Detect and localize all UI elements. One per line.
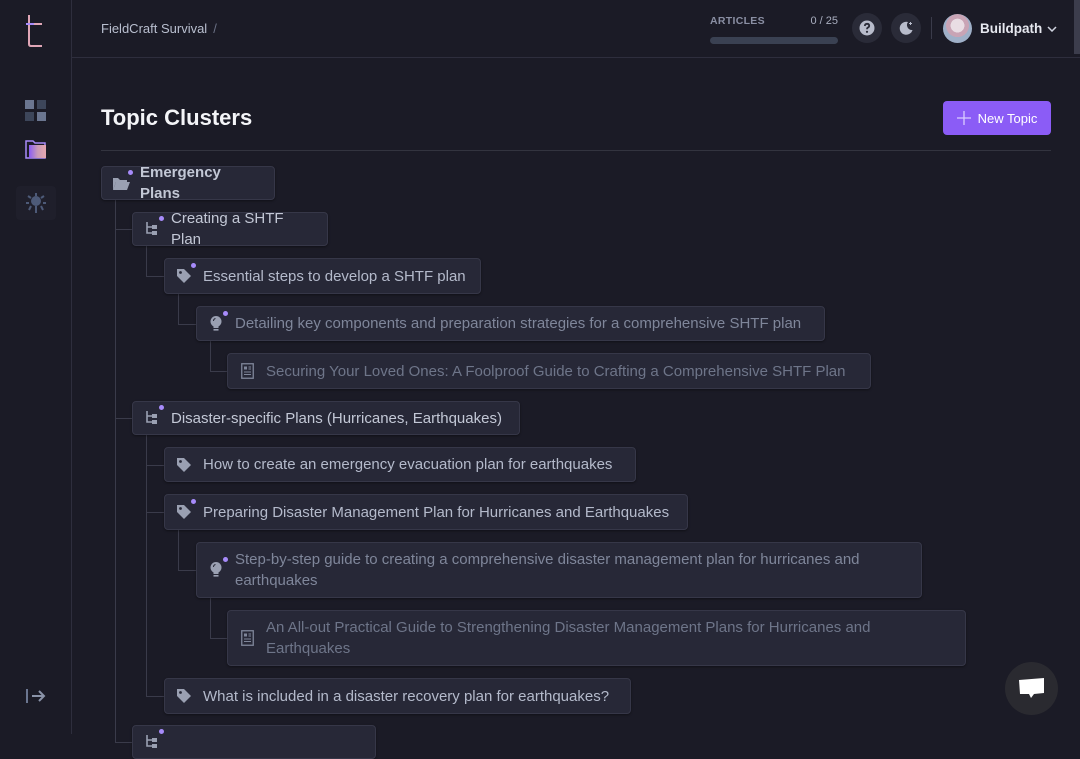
title-divider — [101, 150, 1051, 151]
tree-node-label: Essential steps to develop a SHTF plan — [203, 266, 478, 287]
tree-connector — [146, 276, 164, 277]
tree-node-label: An All-out Practical Guide to Strengthen… — [266, 617, 965, 659]
breadcrumb-item[interactable]: FieldCraft Survival — [101, 21, 207, 36]
theme-toggle-button[interactable] — [891, 13, 921, 43]
sidebar-item-topic-clusters[interactable] — [22, 135, 50, 163]
tree-node-label: Securing Your Loved Ones: A Foolproof Gu… — [266, 361, 858, 382]
question-icon — [859, 20, 875, 36]
tree-node-label: Creating a SHTF Plan — [171, 208, 327, 250]
status-dot — [223, 311, 228, 316]
folder-open-icon — [112, 174, 130, 192]
sidebar-item-dashboard[interactable] — [22, 97, 50, 125]
avatar — [943, 14, 972, 43]
tree-node-article[interactable]: An All-out Practical Guide to Strengthen… — [227, 610, 966, 666]
tree-connector — [115, 418, 132, 419]
scrollbar[interactable] — [1074, 0, 1080, 54]
tree-node-keyword[interactable]: What is included in a disaster recovery … — [164, 678, 631, 714]
help-button[interactable] — [852, 13, 882, 43]
top-bar: FieldCraft Survival / ARTICLES 0 / 25 Bui… — [72, 0, 1080, 58]
lightbulb-icon — [207, 561, 225, 579]
tree-node-subtopic[interactable]: Disaster-specific Plans (Hurricanes, Ear… — [132, 401, 520, 435]
tree-node-keyword[interactable]: Preparing Disaster Management Plan for H… — [164, 494, 688, 530]
tree-node-subtopic[interactable]: Creating a SHTF Plan — [132, 212, 328, 246]
tree-node-subtopic[interactable] — [132, 725, 376, 759]
status-dot — [159, 216, 164, 221]
tree-node-keyword[interactable]: How to create an emergency evacuation pl… — [164, 447, 636, 482]
folder-icon — [25, 139, 47, 159]
document-icon — [238, 362, 256, 380]
tag-icon — [175, 456, 193, 474]
tree-connector — [210, 371, 227, 372]
tree-connector — [146, 512, 164, 513]
collapse-arrow-icon — [24, 686, 48, 706]
hierarchy-icon — [143, 220, 161, 238]
status-dot — [159, 405, 164, 410]
tree-node-label: Detailing key components and preparation… — [235, 313, 813, 334]
status-dot — [159, 729, 164, 734]
tree-node-label: How to create an emergency evacuation pl… — [203, 454, 624, 475]
header-divider — [931, 17, 932, 39]
tree-connector — [178, 530, 179, 570]
tag-icon — [175, 687, 193, 705]
main-content: Topic Clusters New Topic Emergency Plans… — [72, 58, 1080, 734]
tree-node-idea[interactable]: Step-by-step guide to creating a compreh… — [196, 542, 922, 598]
tree-node-keyword[interactable]: Essential steps to develop a SHTF plan — [164, 258, 481, 294]
lightbulb-icon — [207, 315, 225, 333]
tree-connector — [178, 570, 196, 571]
tree-node-idea[interactable]: Detailing key components and preparation… — [196, 306, 825, 341]
tag-icon — [175, 267, 193, 285]
tree-node-label: Disaster-specific Plans (Hurricanes, Ear… — [171, 408, 514, 429]
sidebar-item-settings[interactable] — [16, 186, 56, 220]
breadcrumb-separator: / — [213, 21, 217, 36]
new-topic-label: New Topic — [978, 111, 1038, 126]
document-icon — [238, 629, 256, 647]
tree-connector — [146, 435, 147, 696]
tree-node-label: What is included in a disaster recovery … — [203, 686, 621, 707]
hierarchy-icon — [143, 733, 161, 751]
logo[interactable] — [22, 8, 50, 52]
tree-connector — [115, 200, 116, 742]
tree-connector — [210, 598, 211, 638]
page-title: Topic Clusters — [101, 105, 252, 131]
user-menu[interactable]: Buildpath — [943, 14, 1057, 43]
tree-connector — [146, 696, 164, 697]
tree-node-label: Step-by-step guide to creating a compreh… — [235, 549, 921, 591]
plus-icon — [957, 111, 971, 125]
status-dot — [128, 170, 133, 175]
breadcrumb: FieldCraft Survival / — [101, 21, 217, 36]
status-dot — [191, 499, 196, 504]
user-name: Buildpath — [980, 21, 1042, 36]
chat-button[interactable] — [1005, 662, 1058, 715]
chat-bubble-icon — [1018, 677, 1046, 701]
articles-count: 0 / 25 — [810, 15, 838, 27]
sidebar — [0, 0, 72, 734]
new-topic-button[interactable]: New Topic — [943, 101, 1051, 135]
moon-icon — [898, 20, 914, 36]
tree-connector — [210, 341, 211, 371]
chevron-down-icon — [1047, 26, 1057, 32]
tag-icon — [175, 503, 193, 521]
grid-icon — [25, 100, 47, 122]
tree-node-label: Preparing Disaster Management Plan for H… — [203, 502, 681, 523]
tree-connector — [115, 742, 132, 743]
tree-node-article[interactable]: Securing Your Loved Ones: A Foolproof Gu… — [227, 353, 871, 389]
tree-connector — [178, 324, 196, 325]
tree-connector — [115, 229, 132, 230]
status-dot — [191, 263, 196, 268]
tree-node-label: Emergency Plans — [140, 162, 274, 204]
sidebar-collapse-button[interactable] — [22, 682, 50, 710]
tree-connector — [210, 638, 227, 639]
settings-icon — [25, 192, 47, 214]
tree-node-cluster[interactable]: Emergency Plans — [101, 166, 275, 200]
status-dot — [223, 557, 228, 562]
tree-connector — [178, 294, 179, 324]
articles-progress-bar — [710, 37, 838, 44]
hierarchy-icon — [143, 409, 161, 427]
articles-progress: ARTICLES 0 / 25 — [710, 15, 838, 27]
tree-connector — [146, 465, 164, 466]
tree-connector — [146, 246, 147, 276]
